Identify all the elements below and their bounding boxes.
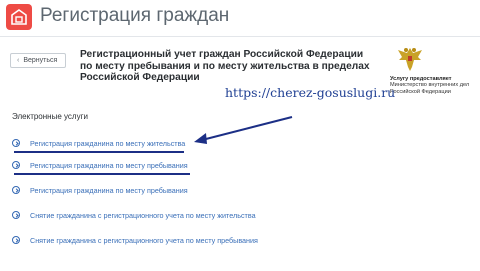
annotation-arrow-icon [194,116,293,144]
